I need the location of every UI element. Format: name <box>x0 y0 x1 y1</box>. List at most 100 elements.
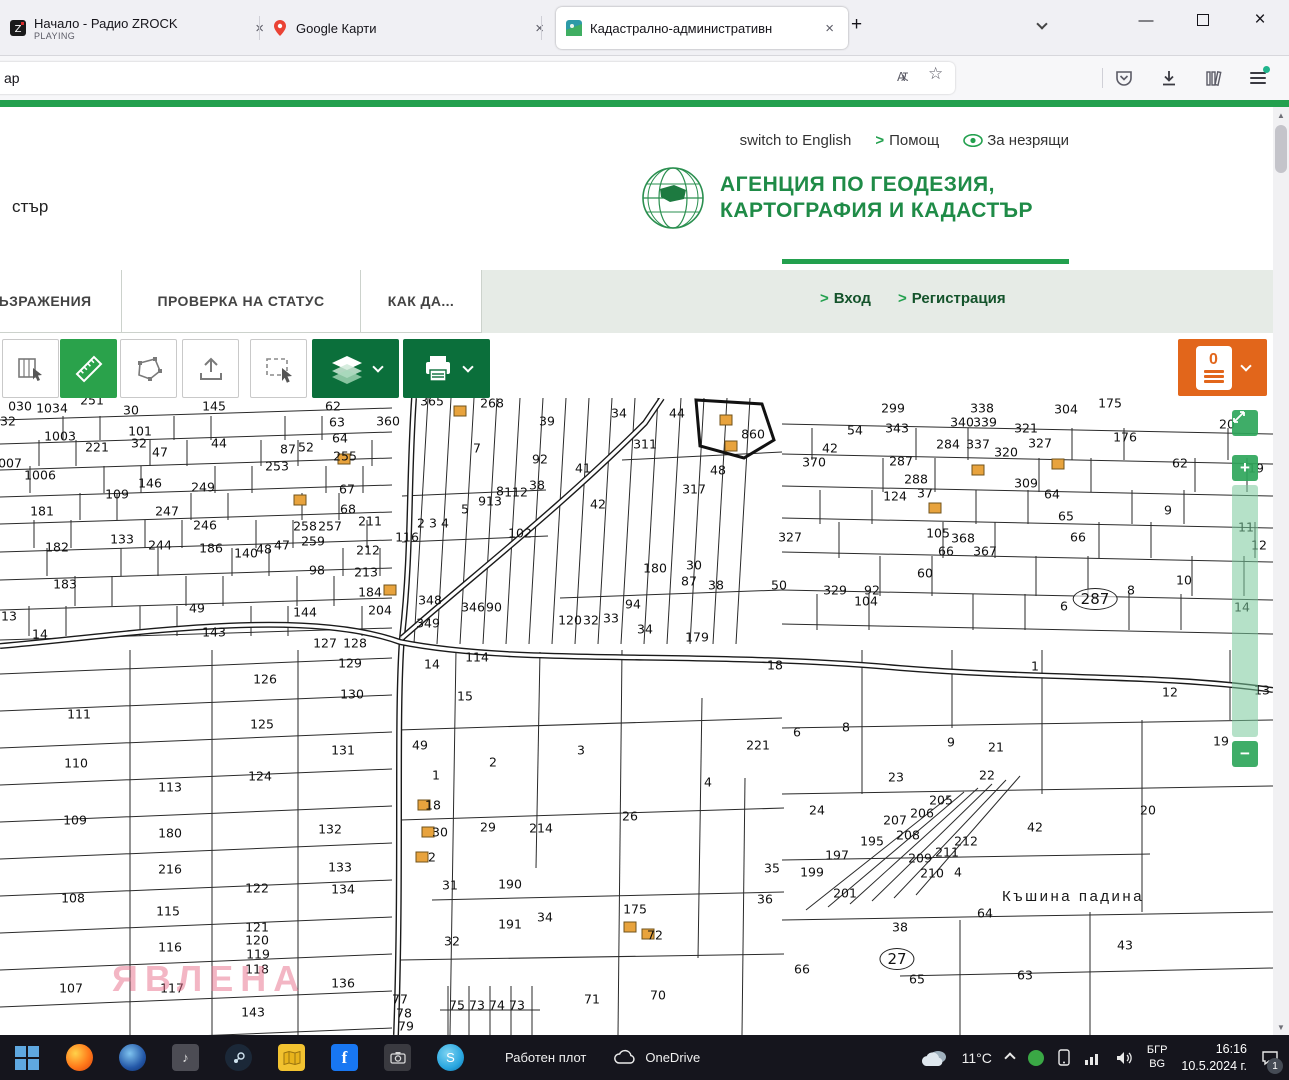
chevron-down-icon <box>372 361 383 372</box>
zoom-slider[interactable] <box>1232 485 1258 737</box>
map-parcel-label: 49 <box>412 738 428 753</box>
start-button[interactable] <box>0 1035 53 1080</box>
map-building-marker <box>972 465 985 476</box>
layers-tool-button[interactable] <box>312 339 399 398</box>
new-tab-button[interactable]: + <box>845 14 868 36</box>
map-building-marker <box>725 441 738 452</box>
map-parcel-label: 007 <box>0 456 22 471</box>
taskbar-browser2-icon[interactable] <box>106 1035 159 1080</box>
chevron-down-icon <box>462 361 473 372</box>
map-parcel-label: 32 <box>131 436 147 451</box>
network-tray-icon[interactable] <box>1084 1051 1102 1065</box>
language-indicator[interactable]: БГР BG <box>1147 1044 1168 1072</box>
taskbar-screenshot-icon[interactable] <box>371 1035 424 1080</box>
tab-radio-zrock[interactable]: Z Начало - Радио ZROCK PLAYING × <box>0 7 278 49</box>
window-minimize-button[interactable]: — <box>1123 0 1169 40</box>
window-maximize-button[interactable] <box>1180 0 1226 40</box>
onedrive-cloud-icon[interactable] <box>612 1049 638 1067</box>
taskbar-steam-icon[interactable] <box>212 1035 265 1080</box>
cadastral-map[interactable]: 0301034251301456236526829933830417520321… <box>0 398 1273 1035</box>
tray-expand-chevron-icon[interactable] <box>1004 1052 1015 1063</box>
url-field[interactable]: ap <box>0 62 955 94</box>
map-parcel-label: 15 <box>457 689 473 704</box>
kais-page: switch to English >Помощ За незрящи стър <box>0 107 1273 1035</box>
map-parcel-label: 67 <box>339 482 355 497</box>
toolbar-divider <box>1102 68 1103 88</box>
zoom-in-button[interactable]: + <box>1232 455 1258 481</box>
tab-close-icon[interactable]: × <box>821 19 838 38</box>
measure-area-tool-button[interactable] <box>120 339 177 398</box>
download-icon[interactable] <box>1159 68 1179 88</box>
taskbar-facebook-icon[interactable]: f <box>318 1035 371 1080</box>
measure-distance-tool-button[interactable] <box>60 339 117 398</box>
menu-hamburger-icon[interactable] <box>1250 72 1266 84</box>
map-toolbar: 0 <box>0 333 1273 398</box>
library-icon[interactable] <box>1204 68 1224 88</box>
volume-tray-icon[interactable] <box>1116 1051 1133 1065</box>
fullscreen-button[interactable] <box>1232 410 1258 436</box>
bookmark-star-icon[interactable]: ☆ <box>928 64 943 84</box>
map-parcel-label: 175 <box>623 902 647 917</box>
antivirus-tray-icon[interactable] <box>1028 1050 1044 1066</box>
tab-list-chevron-icon[interactable] <box>1036 18 1047 29</box>
zoom-out-button[interactable]: − <box>1232 741 1258 767</box>
taskbar-app3-icon[interactable]: ♪ <box>159 1035 212 1080</box>
map-building-marker <box>416 852 429 863</box>
map-parcel-label: 131 <box>331 743 355 758</box>
map-parcel-label: 1006 <box>24 468 56 483</box>
nav-tab-status-check[interactable]: ПРОВЕРКА НА СТАТУС <box>121 270 361 333</box>
map-parcel-label: 184 <box>358 585 382 600</box>
tab-close-icon[interactable]: × <box>531 19 548 38</box>
scroll-down-arrow-icon[interactable]: ▼ <box>1273 1019 1289 1035</box>
map-parcel-label: 38 <box>892 920 908 935</box>
tab-kais-active[interactable]: Кадастрално-административн × <box>556 7 848 49</box>
switch-to-english-link[interactable]: switch to English <box>740 132 852 149</box>
phone-tray-icon[interactable] <box>1058 1049 1070 1066</box>
nav-tab-objections[interactable]: ЪЗРАЖЕНИЯ <box>0 270 122 333</box>
map-parcel-label: 49 <box>189 601 205 616</box>
taskbar-firefox-icon[interactable] <box>53 1035 106 1080</box>
selection-cart-menu-button[interactable]: 0 <box>1178 339 1267 396</box>
tab-google-maps[interactable]: Google Карти × <box>262 7 558 49</box>
partial-logo-text: стър <box>12 197 48 217</box>
system-tray: 11°C БГР BG 16:16 10.5.2024 г. <box>918 1041 1289 1075</box>
map-parcel-label: 43 <box>1117 938 1133 953</box>
scroll-up-arrow-icon[interactable]: ▲ <box>1273 107 1289 123</box>
map-parcel-label: 115 <box>156 904 180 919</box>
taskbar-clock[interactable]: 16:16 10.5.2024 г. <box>1181 1041 1247 1075</box>
desktop-toolbar-label[interactable]: Работен плот <box>505 1050 586 1065</box>
onedrive-label[interactable]: OneDrive <box>645 1050 700 1065</box>
accessibility-link[interactable]: За незрящи <box>963 132 1069 149</box>
print-tool-button[interactable] <box>403 339 490 398</box>
taskbar-app8-icon[interactable]: S <box>424 1035 477 1080</box>
pocket-icon[interactable] <box>1114 68 1134 88</box>
map-parcel-label: 34 <box>537 910 553 925</box>
scrollbar-thumb[interactable] <box>1275 125 1287 173</box>
weather-cloud-icon[interactable] <box>918 1048 948 1068</box>
select-region-tool-button[interactable] <box>250 339 307 398</box>
nav-tab-how-to[interactable]: КАК ДА... <box>360 270 482 333</box>
login-link[interactable]: >Вход <box>820 290 871 307</box>
help-link[interactable]: >Помощ <box>875 132 939 149</box>
window-close-button[interactable]: × <box>1237 0 1283 40</box>
map-parcel-label: 30 <box>432 825 448 840</box>
map-parcel-label: 71 <box>584 992 600 1007</box>
map-parcel-label: 70 <box>650 988 666 1003</box>
info-select-tool-button[interactable] <box>2 339 59 398</box>
tab-title: Кадастрално-административн <box>590 21 772 36</box>
temperature-label[interactable]: 11°C <box>962 1050 992 1066</box>
map-parcel-label: 44 <box>669 406 685 421</box>
screen: Z Начало - Радио ZROCK PLAYING × Google … <box>0 0 1289 1080</box>
map-parcel-label: 120 <box>558 613 582 628</box>
taskbar-map-app-icon[interactable] <box>265 1035 318 1080</box>
url-text[interactable]: ap <box>0 70 20 86</box>
agency-logo[interactable]: АГЕНЦИЯ ПО ГЕОДЕЗИЯ, КАРТОГРАФИЯ И КАДАС… <box>640 165 1033 231</box>
page-scrollbar[interactable]: ▲ ▼ <box>1273 107 1289 1035</box>
map-parcel-label: 30 <box>123 403 139 418</box>
register-link[interactable]: >Регистрация <box>898 290 1006 307</box>
map-parcel-label: 181 <box>30 504 54 519</box>
upload-tool-button[interactable] <box>182 339 239 398</box>
layers-icon <box>330 354 364 384</box>
map-parcel-label: 112 <box>504 485 528 500</box>
translate-icon[interactable]: A <box>892 68 910 86</box>
